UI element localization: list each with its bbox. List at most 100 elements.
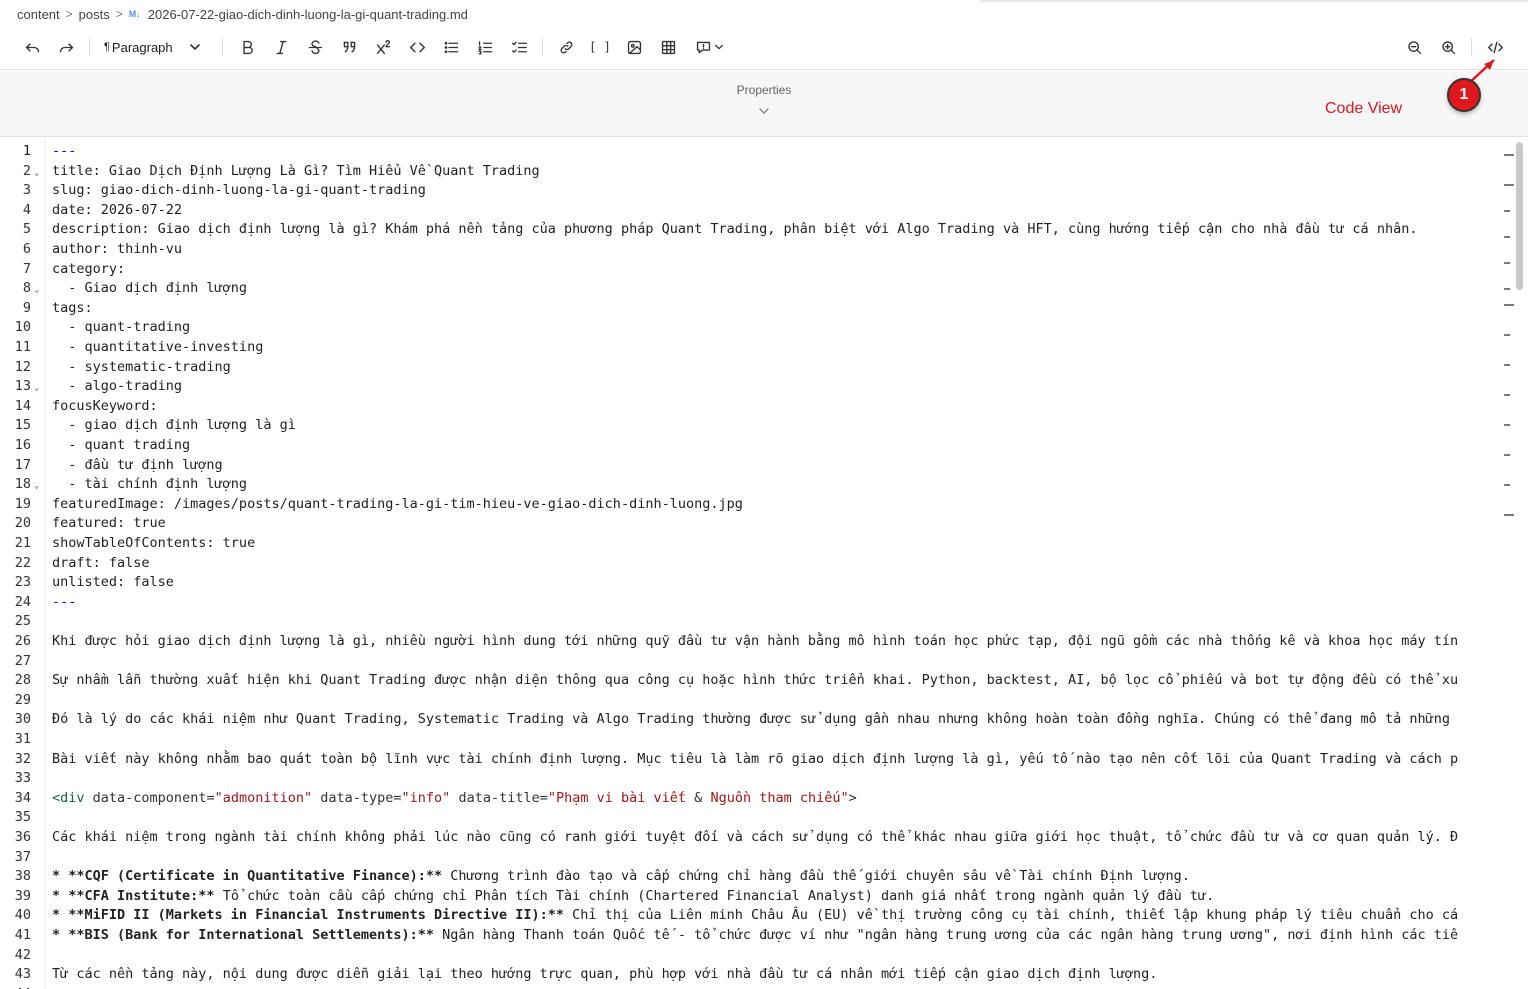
editor-line[interactable]: 43 Từ các nền tảng này, nội dung được diễ… — [0, 964, 1528, 984]
line-number: 14 — [14, 397, 31, 414]
breadcrumb-file-name[interactable]: 2026-07-22-giao-dich-dinh-luong-la-gi-qu… — [148, 7, 468, 22]
strikethrough-button[interactable] — [300, 28, 330, 66]
breadcrumb-item-posts[interactable]: posts — [79, 7, 110, 22]
scrollbar-thumb[interactable] — [1516, 142, 1523, 290]
bold-button[interactable] — [232, 28, 262, 66]
table-button[interactable] — [653, 28, 683, 66]
link-button[interactable] — [551, 28, 581, 66]
line-content: Các khái niệm trong ngành tài chính khôn… — [52, 829, 1459, 845]
editor-line[interactable]: 4 date: 2026-07-22 — [0, 200, 1528, 220]
zoom-out-icon — [1407, 40, 1421, 54]
editor-line[interactable]: 6 author: thinh-vu — [0, 239, 1528, 259]
html-token: "Phạm vi bài viết — [547, 789, 695, 806]
chevron-down-icon — [189, 44, 200, 51]
editor-line[interactable]: 24 --- — [0, 592, 1528, 612]
editor-line[interactable]: 38 * **CQF (Certificate in Quantitative F… — [0, 866, 1528, 886]
editor-line[interactable]: 36 Các khái niệm trong ngành tài chính kh… — [0, 827, 1528, 847]
line-text: - tài chính định lượng — [52, 474, 1510, 494]
editor-line[interactable]: 28 Sự nhầm lẫn thường xuất hiện khi Quant… — [0, 670, 1528, 690]
editor-line[interactable]: 21 showTableOfContents: true — [0, 533, 1528, 553]
editor-line[interactable]: 37 — [0, 847, 1528, 867]
editor-line[interactable]: 34 <div data-component="admonition" data-… — [0, 788, 1528, 808]
pilcrow-icon: ¶ — [104, 41, 110, 53]
zoom-in-button[interactable] — [1433, 28, 1463, 66]
bullet-list-button[interactable] — [436, 28, 466, 66]
editor-line[interactable]: 8 ⌄ - Giao dịch định lượng — [0, 278, 1528, 298]
editor-line[interactable]: 29 — [0, 690, 1528, 710]
line-text: title: Giao Dịch Định Lượng Là Gì? Tìm H… — [52, 161, 1510, 181]
line-number: 33 — [14, 770, 31, 787]
line-text: unlisted: false — [52, 572, 1510, 592]
line-text: - systematic-trading — [52, 357, 1510, 377]
editor-line[interactable]: 11 - quantitative-investing — [0, 337, 1528, 357]
quote-button[interactable] — [334, 28, 364, 66]
editor-line[interactable]: 39 * **CFA Institute:** Tổ chức toàn cầu … — [0, 886, 1528, 906]
overview-ruler-mark — [1504, 394, 1510, 396]
html-token: "info" — [401, 789, 451, 806]
image-button[interactable] — [619, 28, 649, 66]
editor-line[interactable]: 5 description: Giao dịch định lượng là gì… — [0, 219, 1528, 239]
italic-button[interactable] — [266, 28, 296, 66]
editor-line[interactable]: 2 ⌄ title: Giao Dịch Định Lượng Là Gì? Tìm… — [0, 161, 1528, 181]
properties-label: Properties — [736, 83, 792, 97]
callout-dropdown-button[interactable] — [690, 28, 728, 66]
task-list-button[interactable] — [504, 28, 534, 66]
superscript-icon — [376, 39, 390, 54]
editor-line[interactable]: 32 Bài viết này không nhằm bao quát toàn … — [0, 749, 1528, 769]
line-text: * **BIS (Bank for International Settleme… — [52, 925, 1510, 945]
editor-line[interactable]: 27 — [0, 651, 1528, 671]
editor-line[interactable]: 40 * **MiFID II (Markets in Financial Ins… — [0, 905, 1528, 925]
inline-code-button[interactable] — [402, 28, 432, 66]
editor-line[interactable]: 35 — [0, 807, 1528, 827]
line-number: 11 — [14, 339, 31, 355]
paragraph-style-select[interactable]: ¶ Paragraph — [104, 28, 214, 66]
numbered-list-button[interactable] — [470, 28, 500, 66]
editor-line[interactable]: 10 - quant-trading — [0, 317, 1528, 337]
breadcrumb-item-content[interactable]: content — [17, 7, 60, 22]
editor-line[interactable]: 25 — [0, 611, 1528, 631]
html-token: Nguồn tham chiếu" — [702, 789, 849, 806]
line-content: Sự nhầm lẫn thường xuất hiện khi Quant T… — [52, 672, 1459, 689]
code-editor[interactable]: 1 --- 2 ⌄ title: Giao Dịch Định Lượng Là Gì?… — [0, 138, 1528, 989]
line-number: 23 — [14, 574, 31, 591]
line-text: Sự nhầm lẫn thường xuất hiện khi Quant T… — [52, 670, 1510, 690]
chevron-down-icon — [714, 44, 723, 50]
editor-line[interactable]: 44 — [0, 984, 1528, 989]
editor-line[interactable]: 1 --- — [0, 141, 1528, 161]
line-content: featuredImage: /images/posts/quant-tradi… — [52, 495, 743, 512]
markdown-bold-text: * **CFA Institute:** — [52, 887, 215, 904]
editor-line[interactable]: 14 focusKeyword: — [0, 396, 1528, 416]
editor-line[interactable]: 3 slug: giao-dich-dinh-luong-la-gi-quant-… — [0, 180, 1528, 200]
superscript-button[interactable] — [368, 28, 398, 66]
zoom-out-button[interactable] — [1399, 28, 1429, 66]
line-content: featured: true — [52, 515, 166, 532]
editor-line[interactable]: 26 Khi được hỏi giao dịch định lượng là g… — [0, 631, 1528, 651]
editor-line[interactable]: 17 - đầu tư định lượng — [0, 455, 1528, 475]
editor-line[interactable]: 20 featured: true — [0, 513, 1528, 533]
wikilink-button[interactable]: [ ] — [585, 28, 615, 66]
properties-panel-toggle[interactable]: Properties — [0, 71, 1528, 137]
line-number: 21 — [14, 535, 31, 551]
editor-line[interactable]: 22 draft: false — [0, 553, 1528, 573]
editor-line[interactable]: 13 ⌄ - algo-trading — [0, 376, 1528, 396]
line-number: 13 — [14, 378, 31, 395]
editor-line[interactable]: 33 — [0, 768, 1528, 788]
editor-line[interactable]: 41 * **BIS (Bank for International Settle… — [0, 925, 1528, 945]
quote-icon — [343, 41, 355, 52]
editor-line[interactable]: 31 — [0, 729, 1528, 749]
editor-line[interactable]: 16 - quant trading — [0, 435, 1528, 455]
editor-line[interactable]: 30 Đó là lý do các khái niệm như Quant Tr… — [0, 709, 1528, 729]
editor-line[interactable]: 18 ⌄ - tài chính định lượng — [0, 474, 1528, 494]
undo-button[interactable] — [17, 28, 47, 66]
editor-line[interactable]: 19 featuredImage: /images/posts/quant-tra… — [0, 494, 1528, 514]
tab-indicator — [980, 0, 1528, 2]
editor-line[interactable]: 23 unlisted: false — [0, 572, 1528, 592]
redo-button[interactable] — [51, 28, 81, 66]
markdown-bold-text: * **MiFID II (Markets in Financial Instr… — [52, 907, 565, 924]
editor-line[interactable]: 15 - giao dịch định lượng là gì — [0, 415, 1528, 435]
editor-line[interactable]: 9 tags: — [0, 298, 1528, 318]
editor-line[interactable]: 7 category: — [0, 259, 1528, 279]
line-number: 31 — [14, 731, 31, 747]
editor-line[interactable]: 42 — [0, 945, 1528, 965]
editor-line[interactable]: 12 - systematic-trading — [0, 357, 1528, 377]
